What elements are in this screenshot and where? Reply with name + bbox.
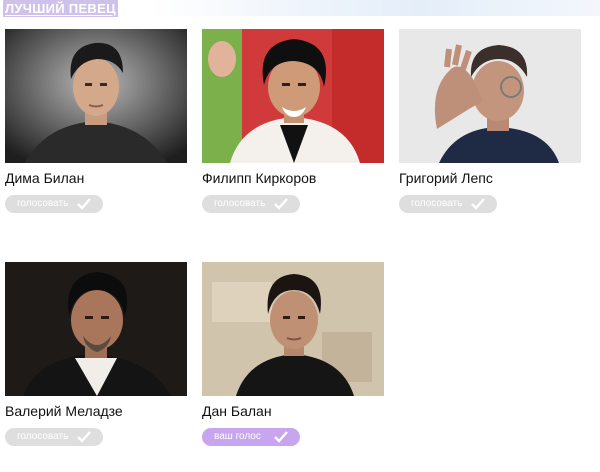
header-background	[150, 0, 600, 16]
vote-button-label: ваш голос	[214, 431, 261, 442]
vote-button-label: голосовать	[214, 198, 266, 209]
candidate-photo	[202, 262, 384, 396]
check-icon	[274, 198, 288, 210]
candidate-name: Валерий Меладзе	[5, 403, 123, 419]
candidate-name: Дан Балан	[202, 403, 272, 419]
vote-button[interactable]: голосовать	[5, 428, 103, 446]
vote-button-label: голосовать	[411, 198, 463, 209]
check-icon	[77, 431, 91, 443]
candidate-name: Филипп Киркоров	[202, 170, 317, 186]
candidate-photo	[5, 29, 187, 163]
vote-button[interactable]: голосовать	[5, 195, 103, 213]
candidate-name: Григорий Лепс	[399, 170, 493, 186]
check-icon	[77, 198, 91, 210]
check-icon	[274, 431, 288, 443]
vote-button[interactable]: голосовать	[202, 195, 300, 213]
vote-button-label: голосовать	[17, 198, 69, 209]
section-title[interactable]: ЛУЧШИЙ ПЕВЕЦ	[3, 0, 118, 17]
candidate-photo	[5, 262, 187, 396]
candidate-name: Дима Билан	[5, 170, 85, 186]
section-header: ЛУЧШИЙ ПЕВЕЦ	[0, 0, 600, 22]
candidate-photo	[202, 29, 384, 163]
vote-button[interactable]: ваш голос	[202, 428, 300, 446]
check-icon	[471, 198, 485, 210]
candidate-photo	[399, 29, 581, 163]
vote-button[interactable]: голосовать	[399, 195, 497, 213]
vote-button-label: голосовать	[17, 431, 69, 442]
